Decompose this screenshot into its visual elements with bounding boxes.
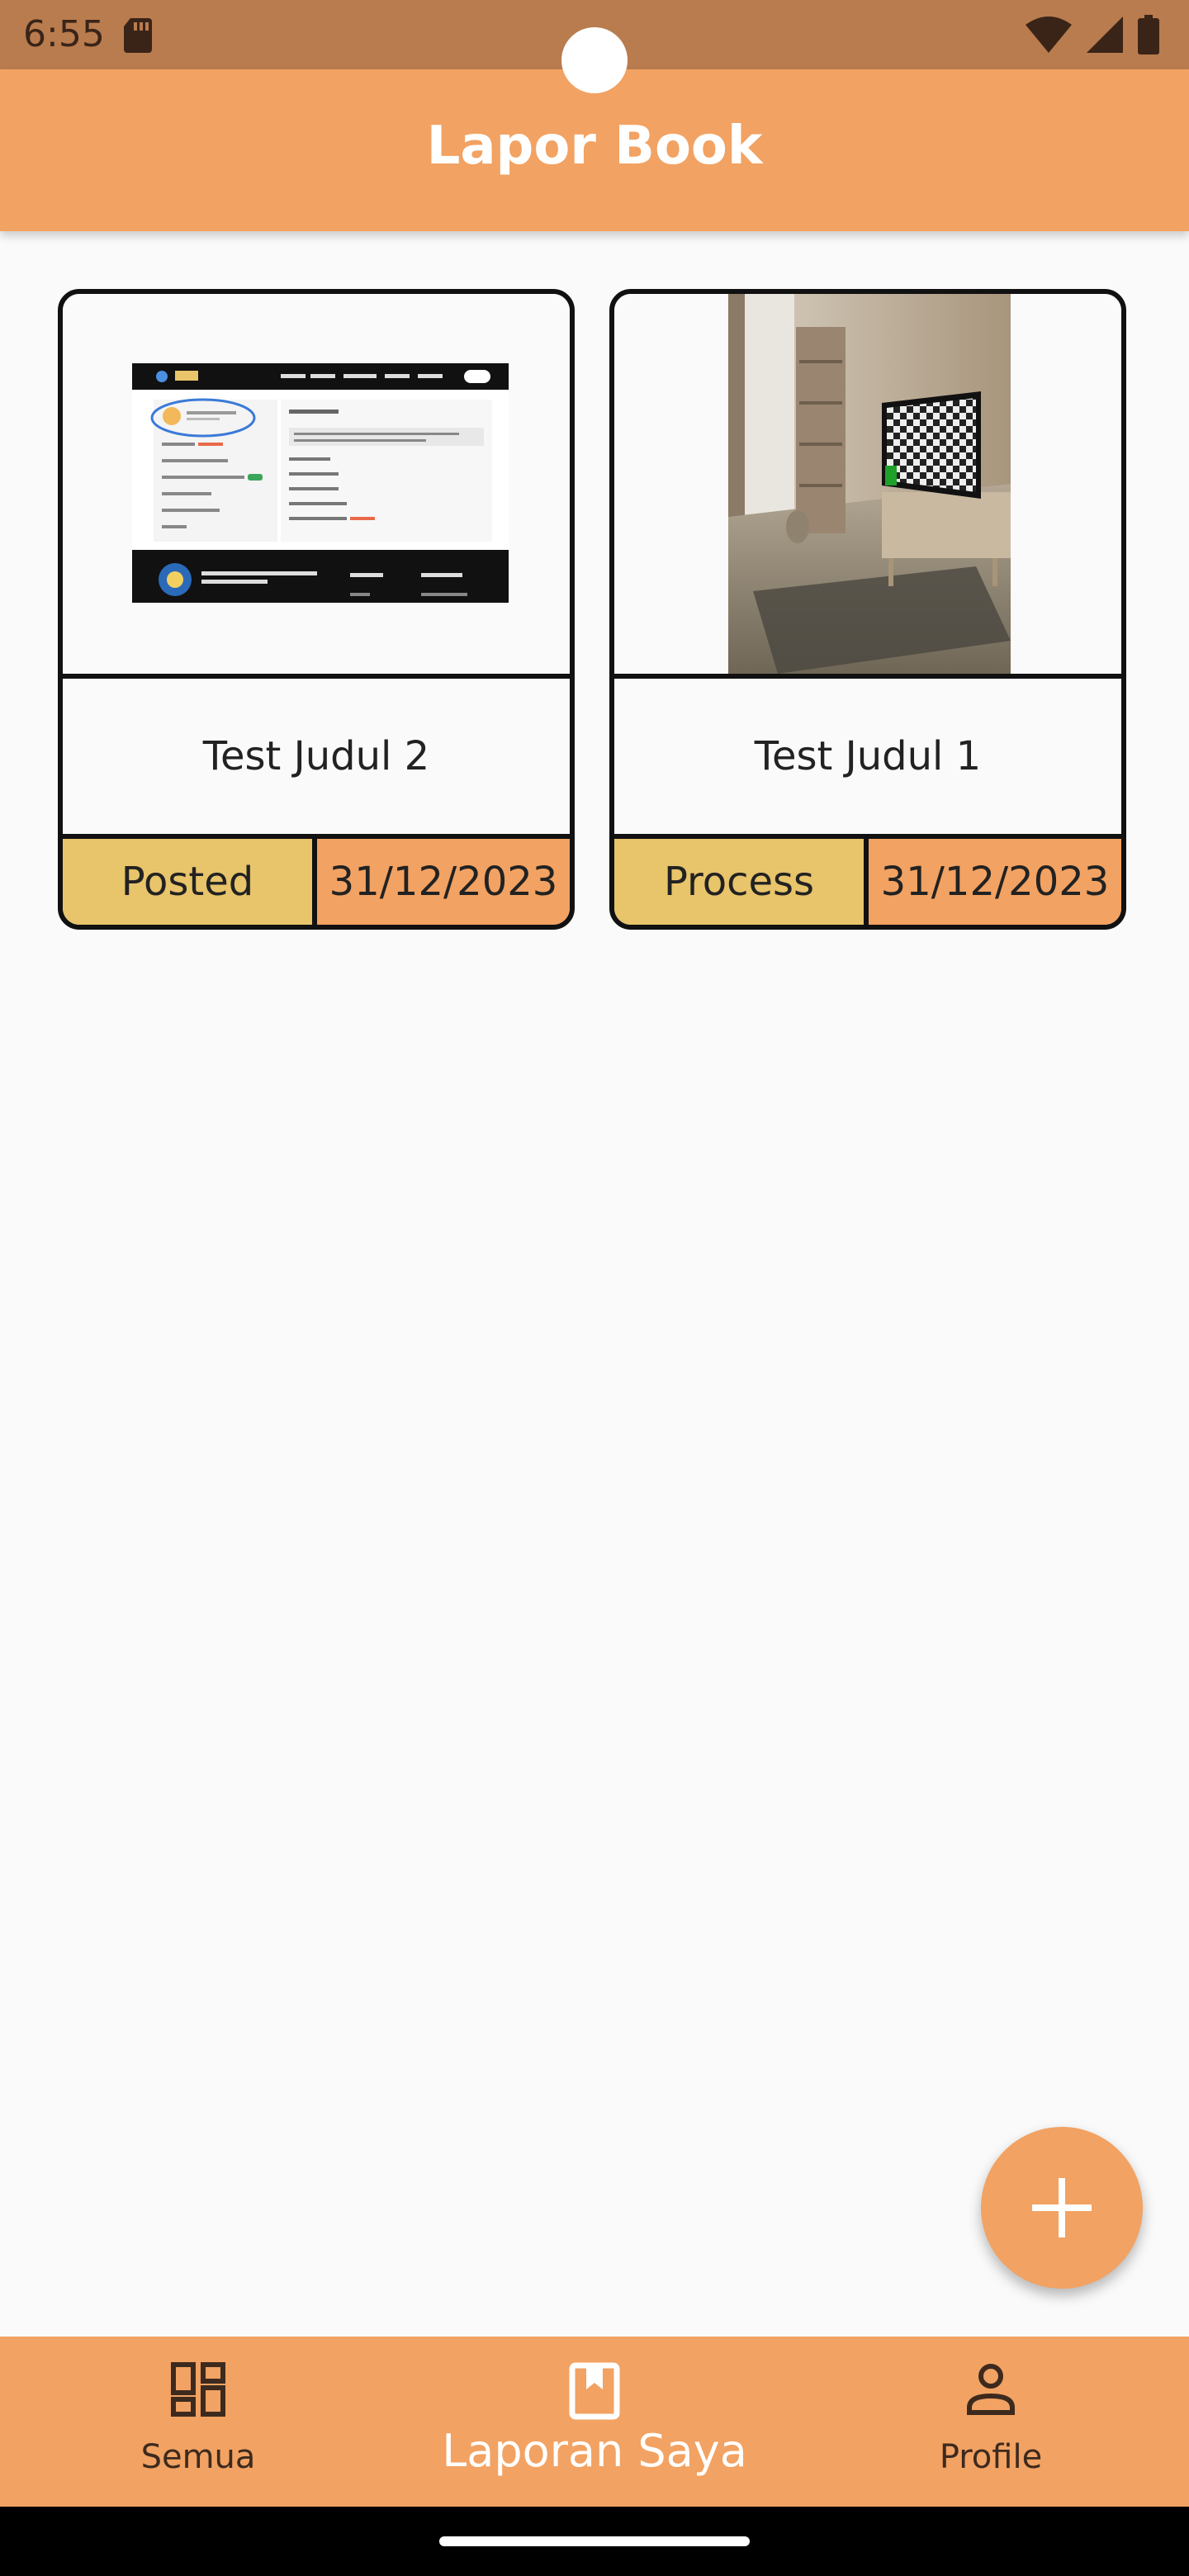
report-footer: Process 31/12/2023	[614, 839, 1121, 925]
sd-card-icon	[124, 18, 152, 53]
camera-cutout	[561, 27, 628, 93]
dashboard-icon	[171, 2362, 225, 2417]
report-image	[63, 294, 570, 679]
wifi-icon	[1026, 17, 1072, 53]
system-navigation-bar	[0, 2507, 1189, 2576]
report-title: Test Judul 1	[614, 679, 1121, 839]
bottom-navigation: Semua Laporan Saya Profile	[0, 2337, 1189, 2507]
nav-item-profile[interactable]: Profile	[892, 2337, 1090, 2507]
report-footer: Posted 31/12/2023	[63, 839, 570, 925]
status-time: 6:55	[23, 13, 105, 55]
status-badge: Process	[614, 839, 869, 925]
home-gesture-handle[interactable]	[439, 2536, 750, 2546]
app-title: Lapor Book	[426, 116, 763, 177]
report-card[interactable]: Test Judul 1 Process 31/12/2023	[609, 289, 1126, 930]
add-icon	[1032, 2178, 1092, 2237]
battery-icon	[1138, 15, 1159, 54]
status-icons	[1026, 15, 1159, 54]
report-date: 31/12/2023	[869, 839, 1121, 925]
report-date: 31/12/2023	[317, 839, 570, 925]
person-icon	[967, 2364, 1015, 2415]
nav-label-laporan-saya: Laporan Saya	[442, 2425, 747, 2477]
report-image	[614, 294, 1121, 679]
cellular-signal-icon	[1087, 17, 1123, 53]
app-bar: Lapor Book	[0, 69, 1189, 231]
report-thumbnail	[728, 294, 1011, 674]
status-badge: Posted	[63, 839, 317, 925]
add-report-button[interactable]	[981, 2127, 1143, 2289]
book-icon	[569, 2362, 620, 2420]
nav-label-profile: Profile	[939, 2438, 1043, 2476]
report-title: Test Judul 2	[63, 679, 570, 839]
nav-label-semua: Semua	[140, 2438, 256, 2476]
nav-item-laporan-saya[interactable]: Laporan Saya	[413, 2337, 776, 2507]
report-thumbnail	[132, 363, 509, 603]
nav-item-semua[interactable]: Semua	[99, 2337, 297, 2507]
report-card[interactable]: Test Judul 2 Posted 31/12/2023	[58, 289, 575, 930]
